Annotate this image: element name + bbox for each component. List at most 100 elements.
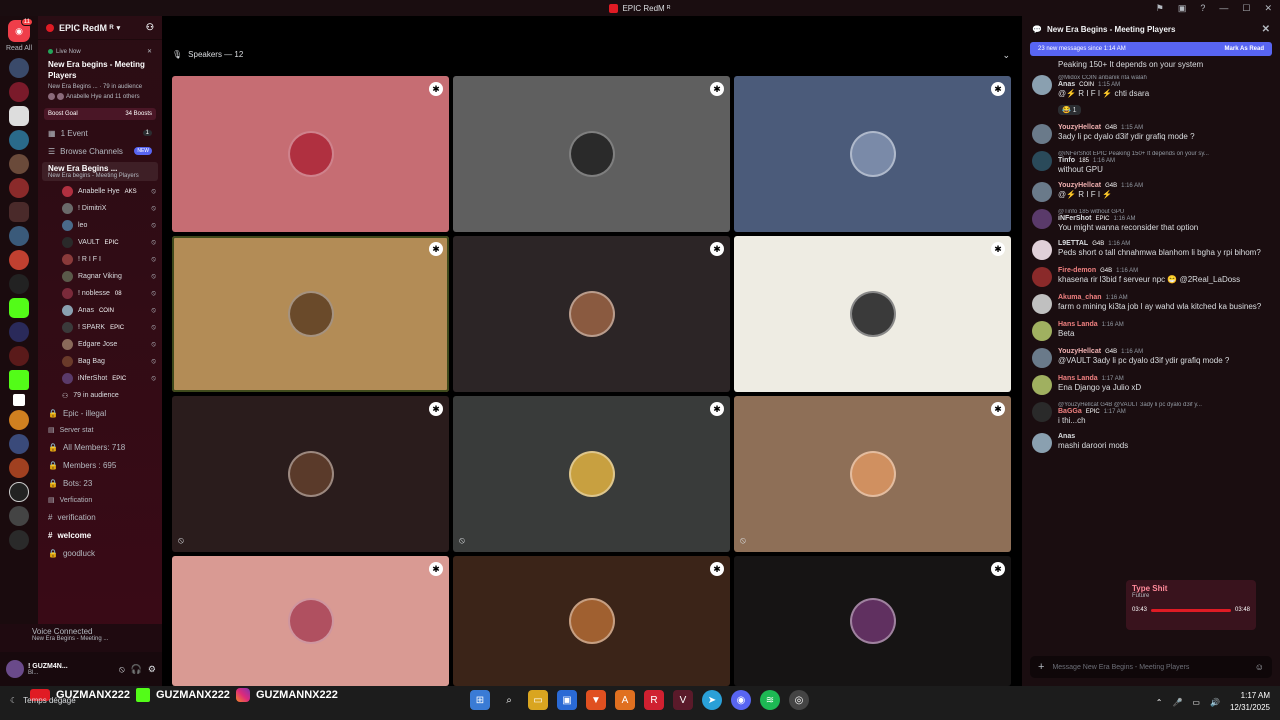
server-icon[interactable] bbox=[9, 530, 29, 550]
avatar[interactable] bbox=[1032, 240, 1052, 260]
author-name[interactable]: Akuma_chan bbox=[1058, 294, 1102, 301]
avatar[interactable] bbox=[1032, 348, 1052, 368]
speaker-tile[interactable]: ✱ bbox=[172, 556, 449, 686]
server-icon[interactable] bbox=[9, 410, 29, 430]
close-button[interactable]: ✕ bbox=[1264, 3, 1272, 14]
voice-user[interactable]: Anas COIN ⦸ bbox=[38, 302, 162, 319]
chat-message[interactable]: @YouzyHellcat G4B @VAULT 3ady li pc dyal… bbox=[1032, 402, 1270, 426]
author-name[interactable]: Hans Landa bbox=[1058, 321, 1098, 328]
server-icon[interactable] bbox=[9, 506, 29, 526]
brave-icon[interactable]: ▼ bbox=[586, 690, 606, 710]
chat-message[interactable]: @iNFerShot EPIC Peaking 150+ It depends … bbox=[1032, 151, 1270, 175]
voice-user[interactable]: Edgare Jose ⦸ bbox=[38, 336, 162, 353]
server-icon[interactable] bbox=[9, 58, 29, 78]
server-icon[interactable] bbox=[13, 394, 25, 406]
voice-user[interactable]: iNferShot EPIC ⦸ bbox=[38, 370, 162, 387]
author-name[interactable]: YouzyHellcat bbox=[1058, 182, 1101, 189]
voice-user[interactable]: ! R I F I ⦸ bbox=[38, 251, 162, 268]
voice-connected-channel[interactable]: New Era Begins - Meeting ... bbox=[32, 636, 154, 642]
chat-message[interactable]: Fire-demon G4B 1:16 AM khasena rir l3bid f … bbox=[1032, 267, 1270, 287]
server-header[interactable]: EPIC RedM ᴿ ▾ ⚇ bbox=[38, 16, 162, 40]
channel-illegal[interactable]: 🔒 Epic - illegal bbox=[38, 404, 162, 422]
voice-user[interactable]: VAULT EPIC ⦸ bbox=[38, 234, 162, 251]
speaker-tile[interactable]: ✱ bbox=[734, 236, 1011, 392]
live-event-card[interactable]: Live Now ✕ New Era begins - Meeting Play… bbox=[44, 44, 156, 104]
category-verification[interactable]: ▤ Verfication bbox=[38, 492, 162, 508]
reaction[interactable]: 😂 1 bbox=[1058, 105, 1081, 115]
avatar[interactable] bbox=[1032, 151, 1052, 171]
author-name[interactable]: Hans Landa bbox=[1058, 375, 1098, 382]
chat-message[interactable]: Akuma_chan 1:16 AM farm o mining ki3ta job… bbox=[1032, 294, 1270, 314]
avatar[interactable] bbox=[1032, 294, 1052, 314]
plus-icon[interactable]: + bbox=[1038, 661, 1044, 673]
kick-server-icon[interactable] bbox=[9, 370, 29, 390]
speaker-tile[interactable]: ✱ ⦸ bbox=[172, 396, 449, 552]
voice-user[interactable]: ! DimitriX ⦸ bbox=[38, 200, 162, 217]
avatar[interactable] bbox=[1032, 321, 1052, 341]
telegram-icon[interactable]: ➤ bbox=[702, 690, 722, 710]
avatar[interactable] bbox=[1032, 209, 1052, 229]
read-all-button[interactable]: Read All bbox=[6, 45, 32, 52]
server-icon[interactable] bbox=[9, 106, 29, 126]
server-icon[interactable] bbox=[9, 322, 29, 342]
server-icon[interactable] bbox=[9, 178, 29, 198]
server-icon[interactable] bbox=[9, 154, 29, 174]
start-icon[interactable]: ⊞ bbox=[470, 690, 490, 710]
help-icon[interactable]: ? bbox=[1200, 3, 1205, 13]
channel-members[interactable]: 🔒 Members : 695 bbox=[38, 456, 162, 474]
chat-message[interactable]: L9ETTAL G4B 1:16 AM Peds short o tall chnah… bbox=[1032, 240, 1270, 260]
store-icon[interactable]: ▣ bbox=[557, 690, 577, 710]
avatar[interactable] bbox=[1032, 182, 1052, 202]
volume-icon[interactable]: 🔊 bbox=[1210, 698, 1220, 707]
server-icon[interactable] bbox=[9, 250, 29, 270]
chat-message[interactable]: YouzyHellcat G4B 1:15 AM 3ady li pc dyalo d… bbox=[1032, 124, 1270, 144]
voice-user[interactable]: Bag Bag ⦸ bbox=[38, 353, 162, 370]
speaker-tile[interactable]: ✱ ⦸ bbox=[453, 396, 730, 552]
voice-user[interactable]: Anabelle Hye AKS ⦸ bbox=[38, 183, 162, 200]
channel-all-members[interactable]: 🔒 All Members: 718 bbox=[38, 438, 162, 456]
server-icon[interactable] bbox=[9, 226, 29, 246]
user-avatar[interactable] bbox=[6, 660, 24, 678]
author-name[interactable]: YouzyHellcat bbox=[1058, 348, 1101, 355]
discord-icon[interactable]: ◉ bbox=[731, 690, 751, 710]
now-playing-widget[interactable]: Type Shit Future 03:43 03:48 bbox=[1126, 580, 1256, 630]
mic-icon[interactable]: 🎤 bbox=[1172, 698, 1182, 707]
speaker-tile[interactable]: ✱ bbox=[453, 76, 730, 232]
boost-goal-bar[interactable]: Boost Goal 34 Boosts bbox=[44, 108, 156, 120]
server-icon[interactable] bbox=[9, 458, 29, 478]
avatar[interactable] bbox=[1032, 375, 1052, 395]
network-icon[interactable]: ▭ bbox=[1192, 698, 1200, 707]
server-icon-active[interactable] bbox=[9, 202, 29, 222]
search-icon[interactable]: ⌕ bbox=[499, 690, 519, 710]
server-icon[interactable] bbox=[9, 346, 29, 366]
invite-people-icon[interactable]: ⚇ bbox=[146, 22, 154, 33]
server-icon[interactable] bbox=[9, 274, 29, 294]
speaker-tile[interactable]: ✱ bbox=[172, 236, 449, 392]
channel-goodluck[interactable]: 🔒 goodluck bbox=[38, 544, 162, 562]
maximize-button[interactable]: ☐ bbox=[1242, 3, 1250, 14]
avatar[interactable] bbox=[1032, 433, 1052, 453]
author-name[interactable]: BaGGa bbox=[1058, 408, 1082, 415]
author-name[interactable]: iNFerShot bbox=[1058, 215, 1091, 222]
clock[interactable]: 1:17 AM 12/31/2025 bbox=[1230, 690, 1270, 714]
channel-welcome[interactable]: # welcome bbox=[38, 526, 162, 544]
chat-message[interactable]: YouzyHellcat G4B 1:16 AM @⚡ R I F I ⚡ bbox=[1032, 182, 1270, 202]
server-icon[interactable] bbox=[9, 298, 29, 318]
redm-icon[interactable]: R bbox=[644, 690, 664, 710]
avatar[interactable] bbox=[1032, 402, 1052, 422]
channel-bots[interactable]: 🔒 Bots: 23 bbox=[38, 474, 162, 492]
chat-message[interactable]: @Tinfo 185 without GPU iNFerShot EPIC 1:16 … bbox=[1032, 209, 1270, 233]
gear-icon[interactable]: ⚙ bbox=[148, 664, 156, 675]
speaker-tile[interactable]: ✱ bbox=[453, 236, 730, 392]
close-icon[interactable]: ✕ bbox=[1262, 24, 1270, 35]
speaker-tile[interactable]: ✱ bbox=[734, 76, 1011, 232]
speaker-tile[interactable]: ✱ bbox=[453, 556, 730, 686]
folder-icon[interactable]: ▭ bbox=[528, 690, 548, 710]
audience-row[interactable]: ⚇ 79 in audience bbox=[38, 387, 162, 404]
new-messages-bar[interactable]: 23 new messages since 1:14 AM Mark As Re… bbox=[1030, 42, 1272, 56]
author-name[interactable]: YouzyHellcat bbox=[1058, 124, 1101, 131]
app-icon[interactable]: ◎ bbox=[789, 690, 809, 710]
close-icon[interactable]: ✕ bbox=[147, 48, 152, 55]
chat-message[interactable]: @Midox COIN anbanik nta walah Anas COIN 1:1… bbox=[1032, 75, 1270, 117]
server-icon[interactable] bbox=[9, 434, 29, 454]
